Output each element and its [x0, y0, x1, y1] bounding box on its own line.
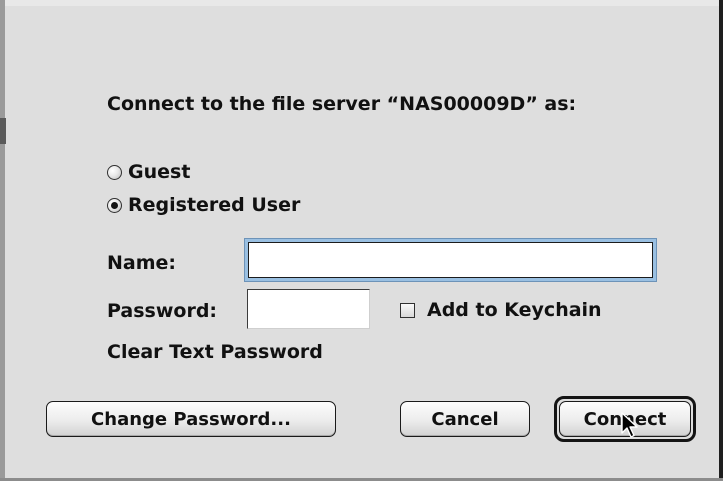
window-edge-left	[0, 0, 5, 481]
change-password-button[interactable]: Change Password...	[46, 401, 336, 437]
registered-user-radio[interactable]	[107, 198, 122, 213]
arrow-pointer-icon	[621, 412, 638, 438]
password-label: Password:	[107, 300, 218, 322]
add-to-keychain-option[interactable]: Add to Keychain	[398, 300, 628, 322]
add-to-keychain-checkbox[interactable]	[400, 303, 415, 318]
name-label: Name:	[107, 252, 177, 274]
password-field[interactable]	[247, 289, 370, 329]
cancel-button[interactable]: Cancel	[400, 401, 530, 437]
add-to-keychain-label: Add to Keychain	[427, 299, 602, 321]
guest-option[interactable]: Guest	[107, 162, 247, 184]
guest-label: Guest	[128, 161, 191, 183]
window-edge-top	[5, 0, 719, 6]
clear-text-password-note: Clear Text Password	[107, 341, 323, 363]
registered-user-label: Registered User	[128, 194, 301, 216]
window-edge-left-mark	[0, 118, 6, 144]
name-field[interactable]	[248, 242, 653, 278]
window-edge-right	[719, 0, 723, 481]
guest-radio[interactable]	[107, 165, 122, 180]
registered-user-option[interactable]: Registered User	[107, 195, 347, 217]
connect-prompt: Connect to the file server “NAS00009D” a…	[107, 93, 577, 115]
